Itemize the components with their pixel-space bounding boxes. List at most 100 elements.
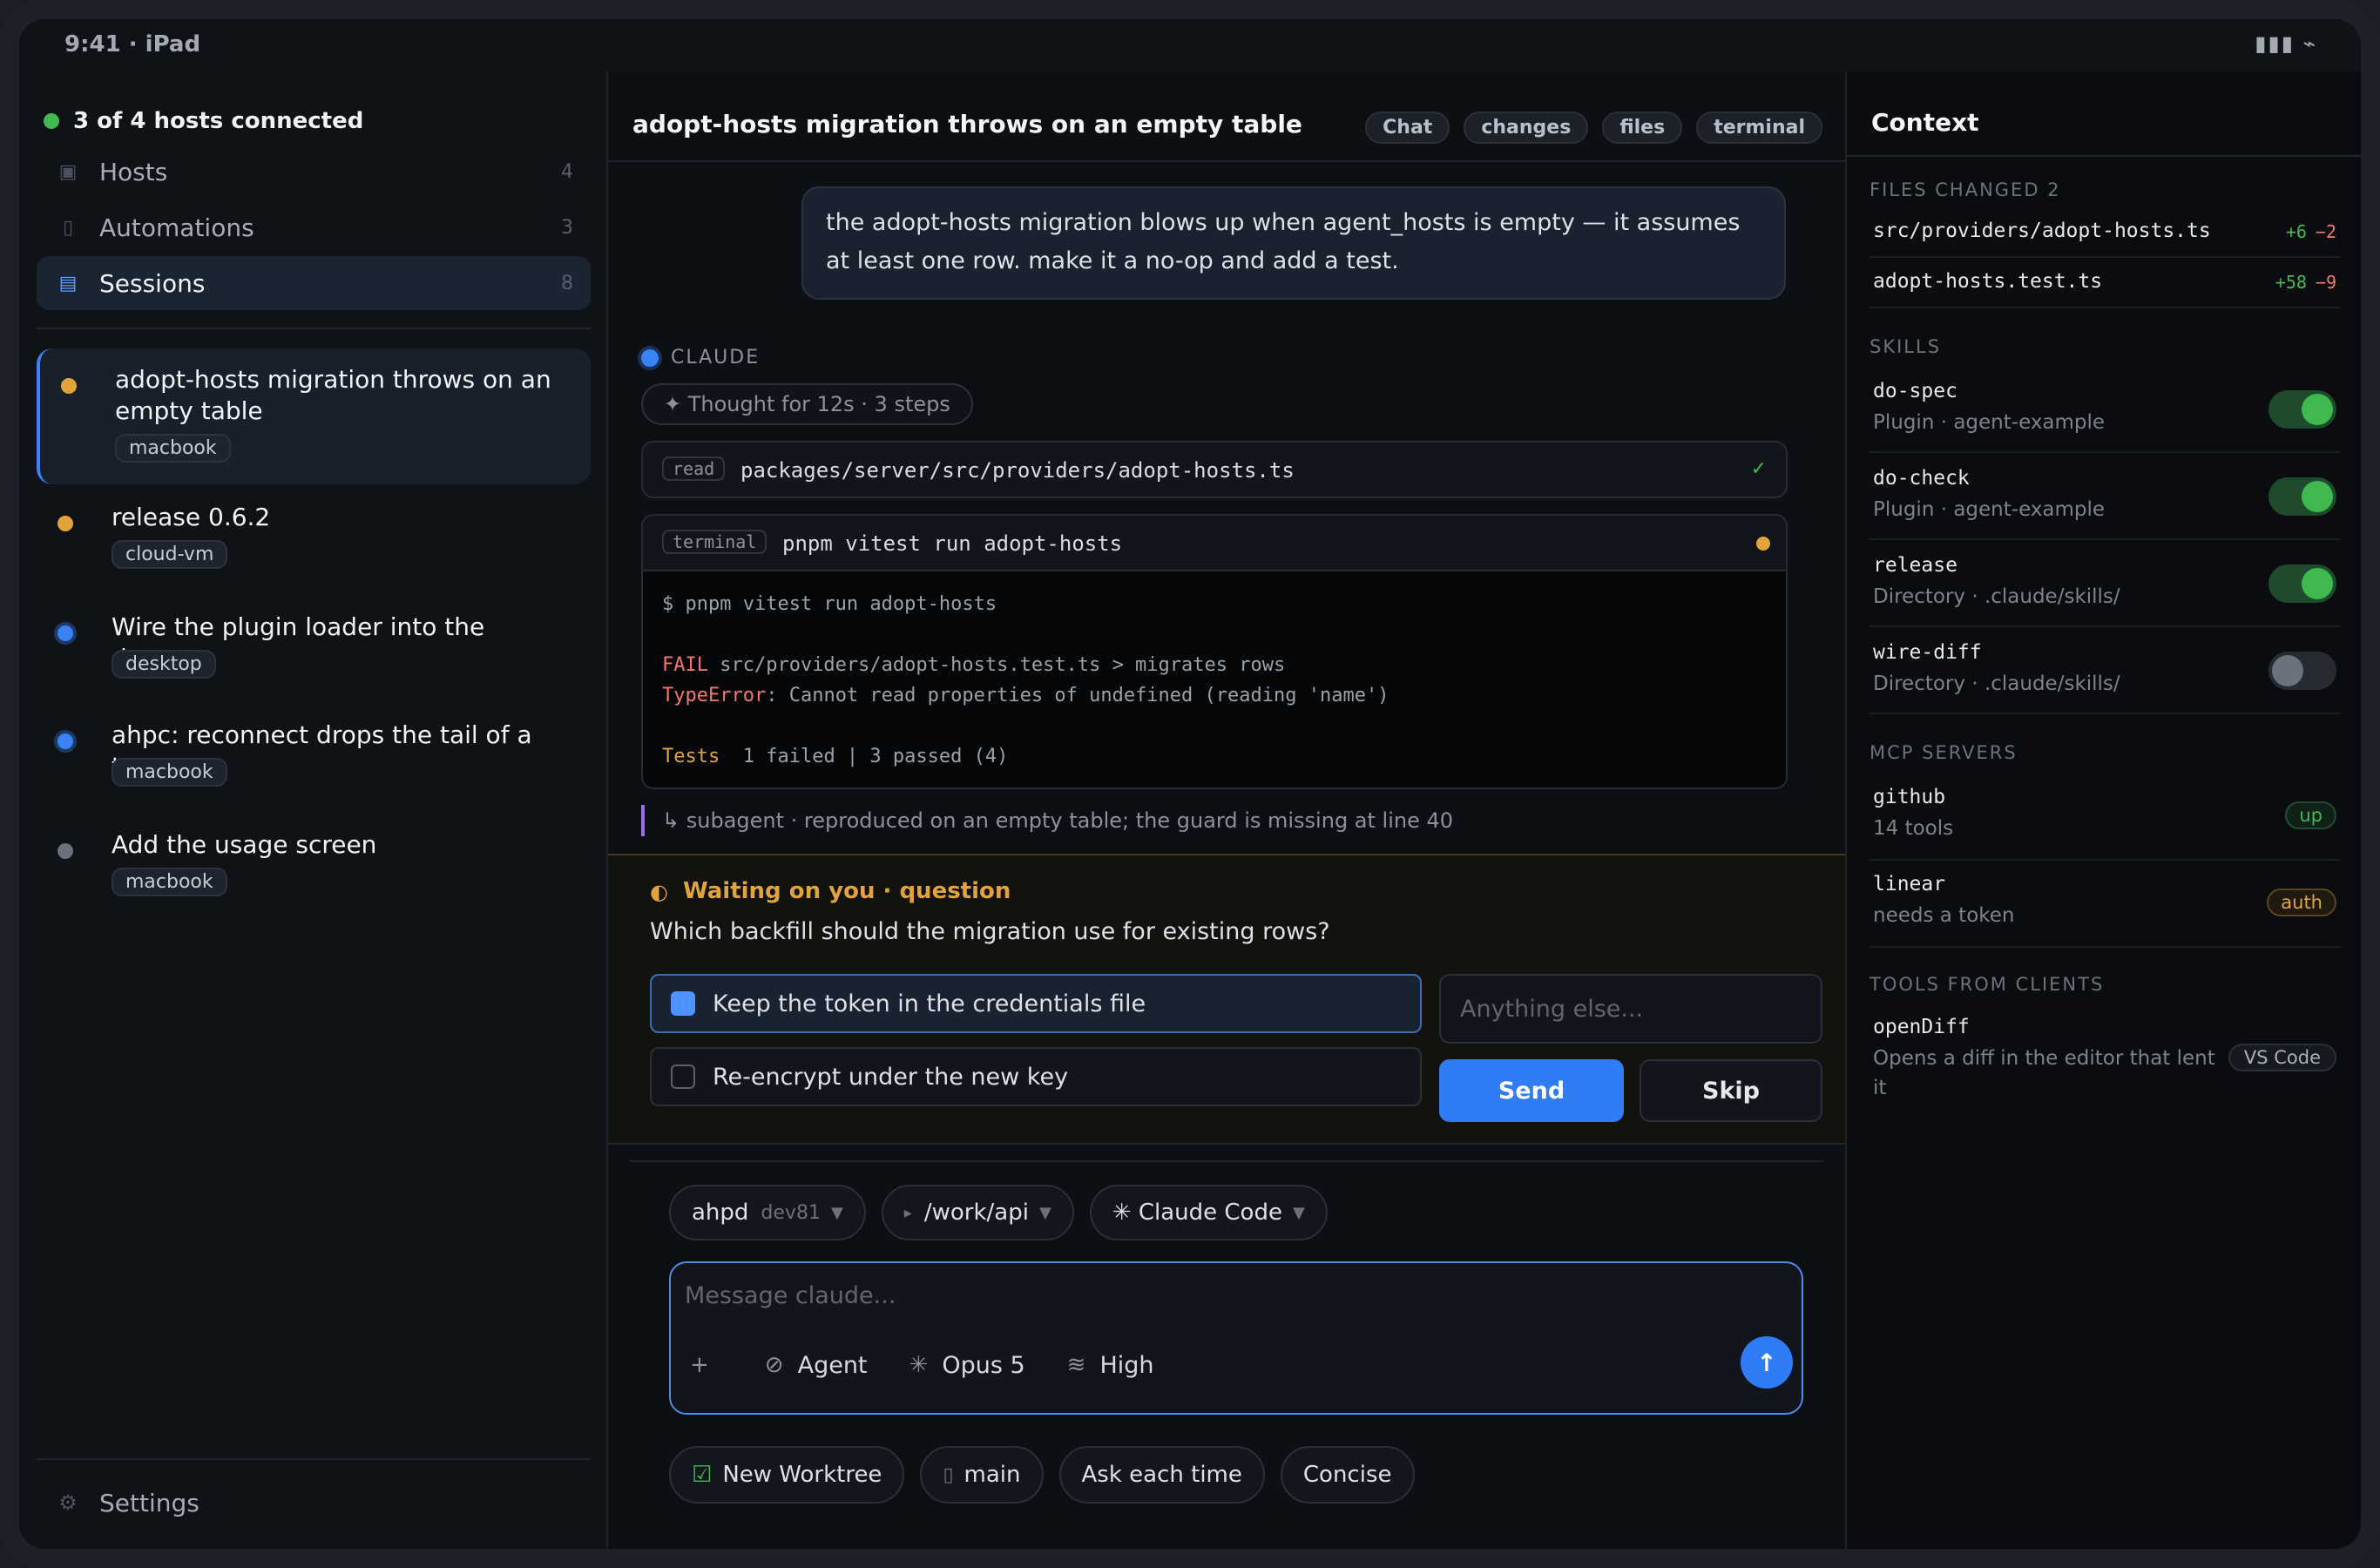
mcp-server-name: linear [1873,873,1946,896]
chip-label: Ask each time [1081,1462,1242,1488]
assistant-name: CLAUDE [671,347,761,368]
skill-row: do-check Plugin · agent-example [1870,453,2340,540]
sidebar-item-hosts[interactable]: ▣ Hosts 4 [37,145,591,199]
model-label: Opus 5 [942,1351,1025,1379]
permission-selector[interactable]: Ask each time [1058,1446,1265,1504]
path-selector[interactable]: ▸ /work/api ▼ [881,1185,1074,1240]
session-status-dot [57,516,73,531]
tab-changes[interactable]: changes [1464,112,1589,144]
host-selector[interactable]: ahpd dev81 ▼ [669,1185,866,1240]
folder-icon: ▸ [903,1203,912,1222]
mode-label: Agent [797,1351,868,1379]
mcp-servers-header: MCP SERVERS [1870,742,2018,763]
deletions: −2 [2315,221,2336,242]
host-name: ahpd [692,1200,749,1226]
diff-stat: +6 −2 [2286,221,2336,242]
agent-kind-label: ✳ Claude Code [1112,1200,1282,1226]
session-item[interactable]: Wire the plugin loader into the daemon d… [37,596,591,692]
view-tabs: Chat changes files terminal [1365,112,1822,144]
model-selector[interactable]: ✳ Opus 5 [909,1352,1025,1379]
chip-label: main [963,1462,1021,1488]
skill-toggle[interactable] [2268,564,2336,603]
option-keep-token[interactable]: Keep the token in the credentials file [650,974,1422,1033]
branch-selector[interactable]: ▯ main [920,1446,1044,1504]
context-divider [1847,155,2361,157]
send-message-button[interactable]: ↑ [1741,1336,1793,1389]
skill-toggle[interactable] [2268,477,2336,516]
fail-text: src/providers/adopt-hosts.test.ts > migr… [707,654,1286,676]
additions: +6 [2285,221,2307,242]
new-worktree-toggle[interactable]: ☑ New Worktree [669,1446,905,1504]
arrow-up-icon: ↑ [1756,1348,1777,1377]
terminal-prompt-line: $ pnpm vitest run adopt-hosts [662,593,997,615]
send-button[interactable]: Send [1439,1059,1624,1122]
sidebar-divider [37,1458,591,1460]
option-label: Re-encrypt under the new key [713,1063,1069,1091]
session-host-tag: macbook [112,758,227,787]
style-selector[interactable]: Concise [1280,1446,1415,1504]
session-item[interactable]: release 0.6.2 cloud-vm [37,486,591,582]
message-input[interactable] [685,1274,1730,1317]
session-item[interactable]: ahpc: reconnect drops the tail of a turn… [37,704,591,800]
context-panel: Context FILES CHANGED 2 src/providers/ad… [1845,71,2361,1549]
mcp-server-row[interactable]: linear needs a token auth [1870,861,2340,948]
skill-toggle[interactable] [2268,390,2336,429]
option-label: Keep the token in the credentials file [713,990,1146,1017]
gear-icon: ⚙ [58,1490,78,1515]
deletions: −9 [2315,272,2336,293]
status-badge: up [2285,801,2336,829]
skill-row: do-spec Plugin · agent-example [1870,366,2340,453]
host-sub: dev81 [761,1201,821,1224]
skill-desc: Directory · .claude/skills/ [1873,585,2120,608]
session-title: Add the usage screen [112,830,377,859]
skip-button[interactable]: Skip [1640,1059,1822,1122]
agent-kind-selector[interactable]: ✳ Claude Code ▼ [1089,1185,1328,1240]
page-title: adopt-hosts migration throws on an empty… [632,110,1302,139]
error-label: TypeError [662,685,767,706]
settings-button[interactable]: ⚙ Settings [37,1481,199,1524]
question-text: Which backfill should the migration use … [650,918,1330,945]
tab-files[interactable]: files [1602,112,1683,144]
composer-divider [629,1160,1824,1162]
changed-file-row[interactable]: adopt-hosts.test.ts +58 −9 [1870,258,2340,308]
changed-file-row[interactable]: src/providers/adopt-hosts.ts +6 −2 [1870,207,2340,258]
sidebar-item-label: Automations [99,213,254,242]
client-tool-name: openDiff [1873,1016,1970,1038]
checkbox[interactable] [671,991,695,1016]
composer-context-chips: ahpd dev81 ▼ ▸ /work/api ▼ ✳ Claude Code… [669,1185,1328,1240]
session-host-tag: macbook [112,868,227,896]
toggle-knob [2272,655,2303,686]
tab-chat[interactable]: Chat [1365,112,1450,144]
effort-selector[interactable]: ≋ High [1067,1352,1154,1379]
anything-else-input[interactable] [1439,974,1822,1044]
sidebar-item-automations[interactable]: ▯ Automations 3 [37,200,591,254]
file-name: src/providers/adopt-hosts.ts [1873,220,2211,242]
terminal-tool-card[interactable]: terminal pnpm vitest run adopt-hosts $ p… [641,514,1788,789]
sidebar-item-sessions[interactable]: ▤ Sessions 8 [37,256,591,310]
attach-button[interactable]: + [690,1352,723,1378]
read-tool-card[interactable]: read packages/server/src/providers/adopt… [641,441,1788,498]
mcp-server-row[interactable]: github 14 tools up [1870,774,2340,861]
session-options: ☑ New Worktree ▯ main Ask each time Concis… [669,1446,1415,1504]
skill-toggle[interactable] [2268,652,2336,690]
option-re-encrypt[interactable]: Re-encrypt under the new key [650,1047,1422,1106]
model-icon: ✳ [909,1352,929,1378]
checkbox[interactable] [671,1064,695,1089]
skill-desc: Directory · .claude/skills/ [1873,672,2120,695]
session-host-tag: macbook [115,434,231,463]
thought-summary[interactable]: ✦ Thought for 12s · 3 steps [641,383,973,425]
session-item[interactable]: Add the usage screen macbook [37,814,591,909]
question-title-text: Waiting on you · question [683,878,1011,904]
plus-icon: + [690,1352,709,1378]
sessions-icon: ▤ [58,272,78,294]
tests-summary: 1 failed | 3 passed (4) [720,746,1009,767]
session-item[interactable]: adopt-hosts migration throws on an empty… [37,348,591,484]
question-title: Waiting on you · question [650,878,1011,904]
subagent-note: ↳ subagent · reproduced on an empty tabl… [641,805,1453,836]
screen: 9:41 · iPad ▮▮▮ ⌁ 3 of 4 hosts connected… [19,19,2361,1549]
mode-selector[interactable]: ⊘ Agent [765,1352,868,1379]
effort-label: High [1099,1351,1154,1379]
hosts-connection-status: 3 of 4 hosts connected [44,108,363,134]
session-status-dot [57,625,73,641]
tab-terminal[interactable]: terminal [1696,112,1822,144]
